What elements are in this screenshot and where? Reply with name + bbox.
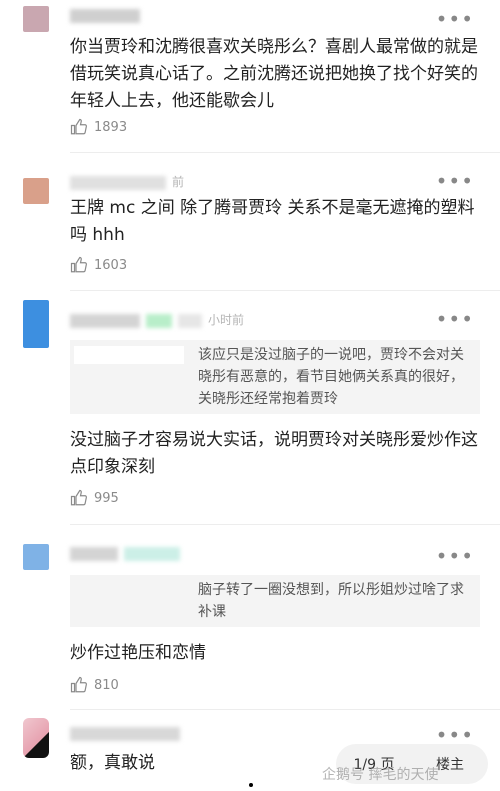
like-button[interactable]: 810: [70, 676, 119, 694]
avatar[interactable]: [23, 6, 49, 32]
comment-meta: [70, 8, 146, 23]
comment-text: 你当贾玲和沈腾很喜欢关晓彤么？喜剧人最常做的就是借玩笑说真心话了。之前沈腾还说把…: [70, 37, 478, 111]
more-dots-icon[interactable]: •••: [436, 725, 474, 745]
watermark: 企鹅号 摔毛的天使: [322, 767, 439, 783]
divider: [70, 524, 500, 525]
avatar[interactable]: [23, 544, 49, 570]
comment-time: 小时前: [208, 313, 245, 327]
comment-meta: [70, 726, 186, 741]
thumb-up-icon: [70, 489, 87, 506]
like-button[interactable]: 995: [70, 489, 119, 507]
page-dot: [249, 783, 253, 787]
like-count: 1603: [94, 257, 128, 273]
divider: [70, 290, 500, 291]
comment-time: 前: [172, 175, 185, 189]
like-button[interactable]: 1603: [70, 256, 127, 274]
thumb-up-icon: [70, 256, 87, 273]
comment-text: 王牌 mc 之间 除了腾哥贾玲 关系不是毫无遮掩的塑料吗 hhh: [70, 198, 475, 245]
more-dots-icon[interactable]: •••: [436, 9, 474, 29]
comment-meta: 前: [70, 173, 184, 190]
like-count: 995: [94, 490, 119, 506]
like-count: 810: [94, 677, 119, 693]
comment-text: 炒作过艳压和恋情: [70, 643, 206, 663]
like-button[interactable]: 1893: [70, 118, 127, 136]
comment-text: 没过脑子才容易说大实话，说明贾玲对关晓彤爱炒作这点印象深刻: [70, 430, 478, 477]
quoted-text: 脑子转了一圈没想到，所以彤姐炒过啥了求补课: [198, 582, 464, 620]
like-count: 1893: [94, 119, 128, 135]
comment-text: 额，真敢说: [70, 753, 155, 773]
comment-meta: [70, 546, 186, 561]
divider: [70, 152, 500, 153]
more-dots-icon[interactable]: •••: [436, 546, 474, 566]
more-dots-icon[interactable]: •••: [436, 309, 474, 329]
avatar[interactable]: [23, 300, 49, 348]
avatar[interactable]: [23, 178, 49, 204]
quoted-reply: 脑子转了一圈没想到，所以彤姐炒过啥了求补课: [70, 575, 480, 627]
divider: [70, 709, 500, 710]
thumb-up-icon: [70, 676, 87, 693]
avatar[interactable]: [23, 718, 49, 758]
comment-meta: 小时前: [70, 311, 244, 328]
thumb-up-icon: [70, 118, 87, 135]
quoted-user: [74, 346, 184, 364]
more-dots-icon[interactable]: •••: [436, 171, 474, 191]
